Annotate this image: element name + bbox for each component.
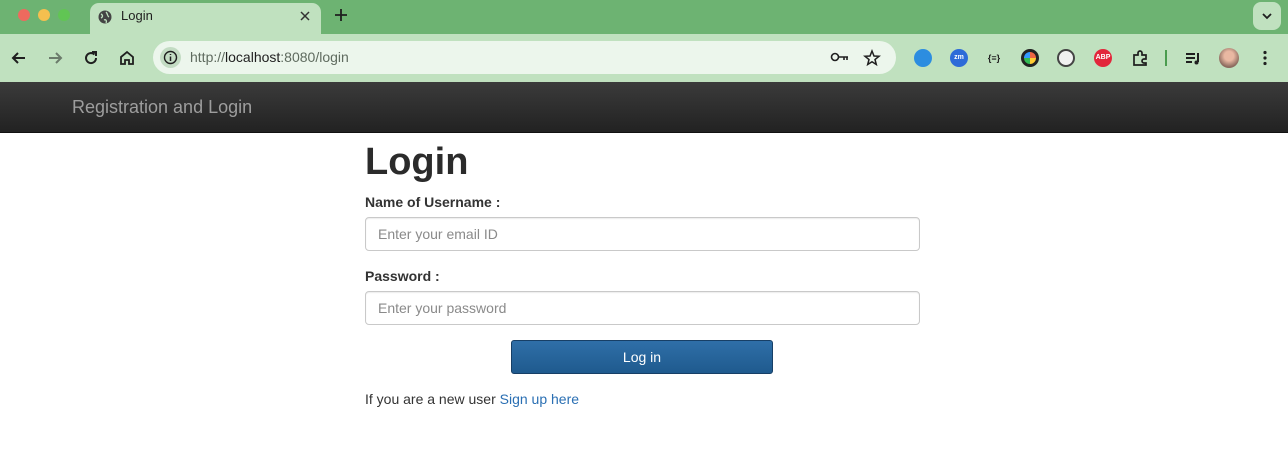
browser-tab-login[interactable]: Login bbox=[90, 3, 321, 34]
tab-search-button[interactable] bbox=[1253, 2, 1281, 30]
site-info-button[interactable] bbox=[160, 47, 181, 68]
profile-avatar[interactable] bbox=[1219, 48, 1239, 68]
signup-prompt-text: If you are a new user bbox=[365, 391, 500, 407]
window-zoom-button[interactable] bbox=[58, 9, 70, 21]
window-minimize-button[interactable] bbox=[38, 9, 50, 21]
zoom-extension-icon[interactable]: zm bbox=[950, 49, 968, 67]
window-close-button[interactable] bbox=[18, 9, 30, 21]
close-icon[interactable] bbox=[298, 9, 312, 23]
info-icon bbox=[163, 50, 178, 65]
color-picker-icon[interactable] bbox=[1021, 49, 1039, 67]
login-button[interactable]: Log in bbox=[511, 340, 773, 374]
kebab-menu-icon[interactable] bbox=[1255, 48, 1275, 68]
bookmark-star-icon[interactable] bbox=[863, 49, 881, 67]
reading-list-icon[interactable] bbox=[1183, 48, 1203, 68]
site-navbar: Registration and Login bbox=[0, 82, 1288, 133]
forward-arrow-icon[interactable] bbox=[45, 48, 65, 68]
browser-toolbar: http://localhost:8080/login zm {≡} ABP bbox=[0, 34, 1288, 82]
toolbar-divider bbox=[1165, 50, 1167, 66]
url-text[interactable]: http://localhost:8080/login bbox=[190, 49, 349, 65]
page-title: Login bbox=[365, 141, 469, 183]
sync-icon[interactable] bbox=[914, 49, 932, 67]
extensions-puzzle-icon[interactable] bbox=[1130, 48, 1150, 68]
home-icon[interactable] bbox=[117, 48, 137, 68]
signup-link[interactable]: Sign up here bbox=[500, 391, 579, 407]
back-arrow-icon[interactable] bbox=[9, 48, 29, 68]
navbar-brand[interactable]: Registration and Login bbox=[72, 97, 252, 118]
signup-prompt: If you are a new user Sign up here bbox=[365, 391, 579, 407]
globe-icon bbox=[98, 10, 112, 24]
new-tab-plus-icon[interactable] bbox=[333, 7, 349, 23]
browser-tab-bar: Login bbox=[0, 0, 1288, 34]
ghostery-icon[interactable] bbox=[1057, 49, 1075, 67]
password-input[interactable] bbox=[365, 291, 920, 325]
json-extension-icon[interactable]: {≡} bbox=[985, 49, 1003, 67]
chevron-down-icon bbox=[1262, 13, 1272, 20]
password-key-icon[interactable] bbox=[830, 50, 850, 64]
address-bar[interactable]: http://localhost:8080/login bbox=[153, 41, 896, 74]
tab-title: Login bbox=[121, 8, 153, 23]
username-input[interactable] bbox=[365, 217, 920, 251]
password-label: Password : bbox=[365, 268, 440, 284]
reload-icon[interactable] bbox=[81, 48, 101, 68]
adblock-plus-icon[interactable]: ABP bbox=[1094, 49, 1112, 67]
username-label: Name of Username : bbox=[365, 194, 501, 210]
